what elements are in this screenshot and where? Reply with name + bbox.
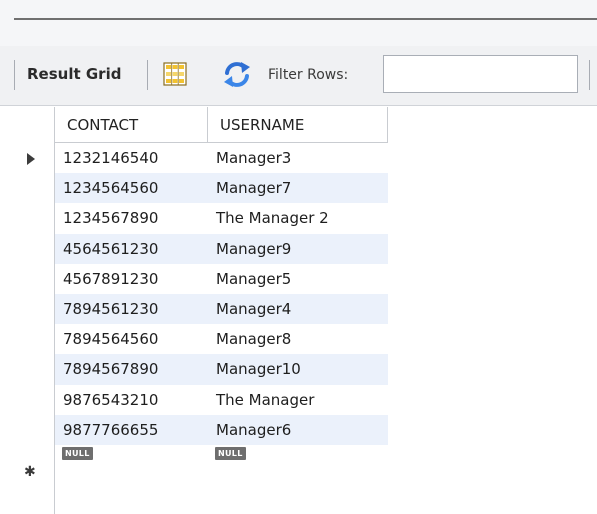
row-selector[interactable] [0, 415, 55, 445]
toolbar-separator [147, 60, 148, 90]
cell-contact[interactable]: 1234564560 [55, 173, 208, 204]
row-selector[interactable] [0, 354, 55, 384]
cell-username[interactable]: Manager3 [208, 143, 388, 173]
result-grid-panel: Result Grid Filter Rows: CONTACT USERNAM… [0, 0, 597, 514]
new-row-asterisk-icon: ✱ [24, 464, 36, 480]
cell-username[interactable]: Manager10 [208, 354, 388, 385]
result-grid-tab[interactable]: Result Grid [27, 65, 121, 83]
row-selector[interactable] [0, 324, 55, 354]
table-row[interactable]: 9876543210 The Manager [0, 385, 388, 415]
row-selector[interactable] [0, 203, 55, 233]
cell-contact[interactable]: 9877766655 [55, 414, 208, 445]
new-row[interactable]: ✱ NULL NULL [0, 445, 388, 485]
table-row[interactable]: 1234564560 Manager7 [0, 173, 388, 204]
cell-username[interactable]: Manager7 [208, 173, 388, 204]
column-header-username[interactable]: USERNAME [208, 107, 388, 143]
filter-rows-label: Filter Rows: [268, 67, 349, 83]
cell-username[interactable]: The Manager 2 [208, 203, 388, 233]
result-grid: CONTACT USERNAME 1232146540 Manager3 123… [0, 107, 597, 514]
cell-contact[interactable]: 7894561230 [55, 293, 208, 325]
current-row-arrow-icon [27, 153, 35, 165]
column-header-contact[interactable]: CONTACT [55, 107, 208, 143]
top-band [0, 0, 597, 46]
cell-contact[interactable]: 7894564560 [55, 324, 208, 354]
toolbar-separator [14, 60, 15, 90]
cell-username[interactable]: Manager6 [208, 414, 388, 445]
cell-contact[interactable]: 4567891230 [55, 264, 208, 294]
grid-layout-icon[interactable] [163, 62, 187, 86]
table-row[interactable]: 9877766655 Manager6 [0, 414, 388, 445]
cell-contact[interactable]: 9876543210 [55, 385, 208, 415]
cell-contact[interactable]: 7894567890 [55, 354, 208, 385]
row-selector[interactable] [0, 264, 55, 294]
cell-contact[interactable]: 4564561230 [55, 233, 208, 264]
table-row[interactable]: 1234567890 The Manager 2 [0, 203, 388, 233]
table-row[interactable]: 4567891230 Manager5 [0, 264, 388, 294]
divider-line [14, 18, 597, 20]
table-row[interactable]: 7894564560 Manager8 [0, 324, 388, 354]
cell-username[interactable]: Manager5 [208, 264, 388, 294]
row-selector[interactable] [0, 234, 55, 264]
row-selector[interactable] [0, 143, 55, 173]
row-selector[interactable] [0, 173, 55, 203]
null-badge-username[interactable]: NULL [215, 447, 246, 460]
cell-username[interactable]: Manager4 [208, 293, 388, 325]
table-row[interactable]: 7894561230 Manager4 [0, 293, 388, 325]
result-toolbar: Result Grid Filter Rows: [0, 46, 597, 106]
table-row[interactable]: 1232146540 Manager3 [0, 143, 388, 173]
null-badge-contact[interactable]: NULL [62, 447, 93, 460]
refresh-icon[interactable] [222, 61, 252, 88]
grid-rows: 1232146540 Manager3 1234564560 Manager7 … [0, 143, 388, 445]
row-selector[interactable] [0, 294, 55, 324]
cell-username[interactable]: The Manager [208, 385, 388, 415]
cell-username[interactable]: Manager9 [208, 233, 388, 264]
filter-rows-input[interactable] [383, 55, 578, 93]
toolbar-separator [589, 60, 590, 90]
table-row[interactable]: 7894567890 Manager10 [0, 354, 388, 385]
column-header-row: CONTACT USERNAME [55, 107, 388, 143]
table-row[interactable]: 4564561230 Manager9 [0, 233, 388, 264]
row-selector[interactable] [0, 385, 55, 415]
cell-contact[interactable]: 1232146540 [55, 143, 208, 173]
cell-contact[interactable]: 1234567890 [55, 203, 208, 233]
cell-username[interactable]: Manager8 [208, 324, 388, 354]
